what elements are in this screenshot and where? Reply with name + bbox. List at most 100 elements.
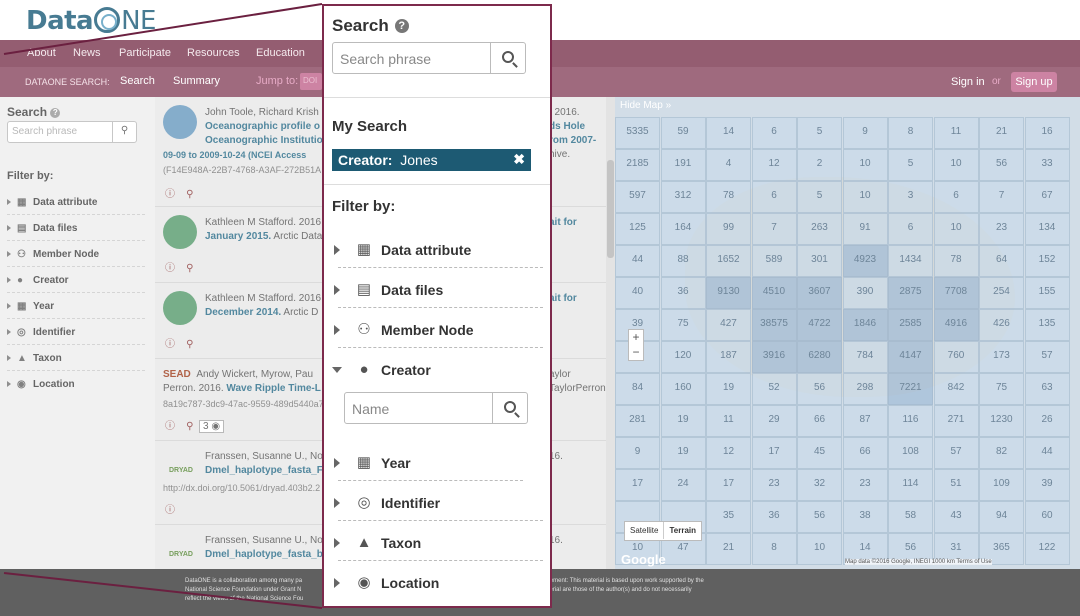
- map-count-cell[interactable]: 2185: [615, 149, 660, 181]
- map-count-cell[interactable]: 10: [933, 149, 979, 181]
- map-count-cell[interactable]: 21: [979, 117, 1024, 149]
- result-title-link[interactable]: Dmel_haplotype_fasta_F: [205, 465, 323, 476]
- map-count-cell[interactable]: 271: [933, 405, 979, 437]
- map-count-cell[interactable]: 312: [660, 181, 706, 213]
- map-count-cell[interactable]: 3607: [797, 277, 842, 309]
- sidebar-filter-identifier[interactable]: ◎ Identifier: [7, 323, 145, 345]
- map-count-cell[interactable]: 9130: [706, 277, 751, 309]
- filter-year[interactable]: ▦ Year: [332, 448, 542, 481]
- map-count-cell[interactable]: 59: [660, 117, 706, 149]
- map-count-cell[interactable]: 187: [706, 341, 751, 373]
- map-count-cell[interactable]: 19: [660, 405, 706, 437]
- map-attribution[interactable]: Map data ©2016 Google, INEGI 1000 km Ter…: [845, 559, 992, 565]
- map-count-cell[interactable]: 84: [615, 373, 660, 405]
- map-marker-icon[interactable]: ⚲: [186, 421, 193, 432]
- map-count-cell[interactable]: 14: [706, 117, 751, 149]
- map-count-cell[interactable]: 52: [751, 373, 797, 405]
- results-map[interactable]: Hide Map » 5335 59 14 6 5 9 8 11 21 16 2185 191 4 12 2…: [615, 97, 1080, 569]
- map-count-cell[interactable]: 11: [933, 117, 979, 149]
- map-count-cell[interactable]: 66: [842, 437, 888, 469]
- sidebar-filter-data-attribute[interactable]: ▦ Data attribute: [7, 193, 145, 215]
- map-count-cell[interactable]: 99: [706, 213, 751, 245]
- map-count-cell[interactable]: 38575: [751, 309, 797, 341]
- map-count-cell[interactable]: 155: [1024, 277, 1070, 309]
- nav-about[interactable]: About: [27, 47, 56, 59]
- map-count-cell[interactable]: 44: [1024, 437, 1070, 469]
- map-count-cell[interactable]: 82: [979, 437, 1024, 469]
- map-count-cell[interactable]: 87: [842, 405, 888, 437]
- sidebar-filter-location[interactable]: ◉ Location: [7, 375, 145, 397]
- nav-news[interactable]: News: [73, 47, 101, 59]
- map-count-cell[interactable]: 4916: [933, 309, 979, 341]
- map-count-cell[interactable]: 57: [1024, 341, 1070, 373]
- map-marker-icon[interactable]: ⚲: [186, 189, 193, 200]
- result-title-line[interactable]: Perron. 2016. Wave Ripple Time-L: [163, 383, 321, 394]
- map-count-cell[interactable]: 36: [751, 501, 797, 533]
- sidebar-search-button[interactable]: ⚲: [112, 122, 136, 142]
- map-count-cell[interactable]: 16: [1024, 117, 1070, 149]
- map-count-cell[interactable]: 7: [751, 213, 797, 245]
- map-count-cell[interactable]: 6: [751, 181, 797, 213]
- map-count-cell[interactable]: 78: [706, 181, 751, 213]
- map-count-cell[interactable]: 173: [979, 341, 1024, 373]
- map-count-cell[interactable]: 784: [842, 341, 888, 373]
- map-count-cell[interactable]: 1434: [888, 245, 933, 277]
- map-count-cell[interactable]: 43: [933, 501, 979, 533]
- map-count-cell[interactable]: 5: [797, 181, 842, 213]
- zoom-in-button[interactable]: +: [629, 330, 643, 345]
- map-count-cell[interactable]: 3916: [751, 341, 797, 373]
- map-count-cell[interactable]: 5335: [615, 117, 660, 149]
- map-count-cell[interactable]: 4510: [751, 277, 797, 309]
- result-title-link[interactable]: Dmel_haplotype_fasta_b: [205, 549, 323, 560]
- map-marker-icon[interactable]: ⚲: [186, 263, 193, 274]
- map-count-cell[interactable]: 5: [797, 117, 842, 149]
- search-button[interactable]: [490, 43, 525, 73]
- dataone-logo[interactable]: Data NE: [26, 6, 156, 36]
- map-count-cell[interactable]: 109: [979, 469, 1024, 501]
- sidebar-filter-member-node[interactable]: ⚇ Member Node: [7, 245, 145, 267]
- search-input[interactable]: Search phrase: [332, 42, 526, 74]
- map-count-cell[interactable]: 35: [706, 501, 751, 533]
- map-count-cell[interactable]: 108: [888, 437, 933, 469]
- map-count-cell[interactable]: 60: [1024, 501, 1070, 533]
- map-count-cell[interactable]: 57: [933, 437, 979, 469]
- map-count-cell[interactable]: 66: [797, 405, 842, 437]
- map-count-cell[interactable]: 597: [615, 181, 660, 213]
- map-count-cell[interactable]: 67: [1024, 181, 1070, 213]
- sidebar-filter-data-files[interactable]: ▤ Data files: [7, 219, 145, 241]
- map-count-cell[interactable]: 38: [842, 501, 888, 533]
- jump-to-select[interactable]: DOI: [300, 73, 322, 90]
- info-icon[interactable]: ⓘ: [165, 421, 175, 432]
- map-count-cell[interactable]: 51: [933, 469, 979, 501]
- hide-map-link[interactable]: Hide Map »: [620, 100, 671, 111]
- map-count-cell[interactable]: 7221: [888, 373, 933, 405]
- map-count-cell[interactable]: 281: [615, 405, 660, 437]
- sign-in-link[interactable]: Sign in: [951, 76, 985, 88]
- satellite-button[interactable]: Satellite: [625, 522, 663, 539]
- map-count-cell[interactable]: 33: [1024, 149, 1070, 181]
- terrain-button[interactable]: Terrain: [663, 522, 701, 539]
- map-count-cell[interactable]: 5: [888, 149, 933, 181]
- remove-filter-icon[interactable]: ✖: [513, 151, 525, 168]
- map-count-cell[interactable]: 2585: [888, 309, 933, 341]
- map-count-cell[interactable]: 426: [979, 309, 1024, 341]
- map-count-cell[interactable]: 64: [979, 245, 1024, 277]
- map-count-cell[interactable]: 2875: [888, 277, 933, 309]
- map-count-cell[interactable]: 6280: [797, 341, 842, 373]
- map-count-cell[interactable]: 6: [751, 117, 797, 149]
- result-title-link[interactable]: December 2014. Arctic D: [205, 307, 318, 318]
- zoom-out-button[interactable]: −: [629, 345, 643, 360]
- map-count-cell[interactable]: 10: [842, 149, 888, 181]
- map-count-cell[interactable]: 10: [842, 181, 888, 213]
- map-count-cell[interactable]: 122: [1024, 533, 1070, 565]
- map-count-cell[interactable]: 4923: [842, 245, 888, 277]
- map-count-cell[interactable]: 32: [797, 469, 842, 501]
- subnav-summary-link[interactable]: Summary: [173, 75, 220, 87]
- map-count-cell[interactable]: 23: [751, 469, 797, 501]
- map-count-cell[interactable]: 114: [888, 469, 933, 501]
- map-count-cell[interactable]: 39: [1024, 469, 1070, 501]
- info-icon[interactable]: ⓘ: [165, 263, 175, 274]
- map-count-cell[interactable]: 12: [706, 437, 751, 469]
- map-count-cell[interactable]: 63: [1024, 373, 1070, 405]
- map-count-cell[interactable]: 125: [615, 213, 660, 245]
